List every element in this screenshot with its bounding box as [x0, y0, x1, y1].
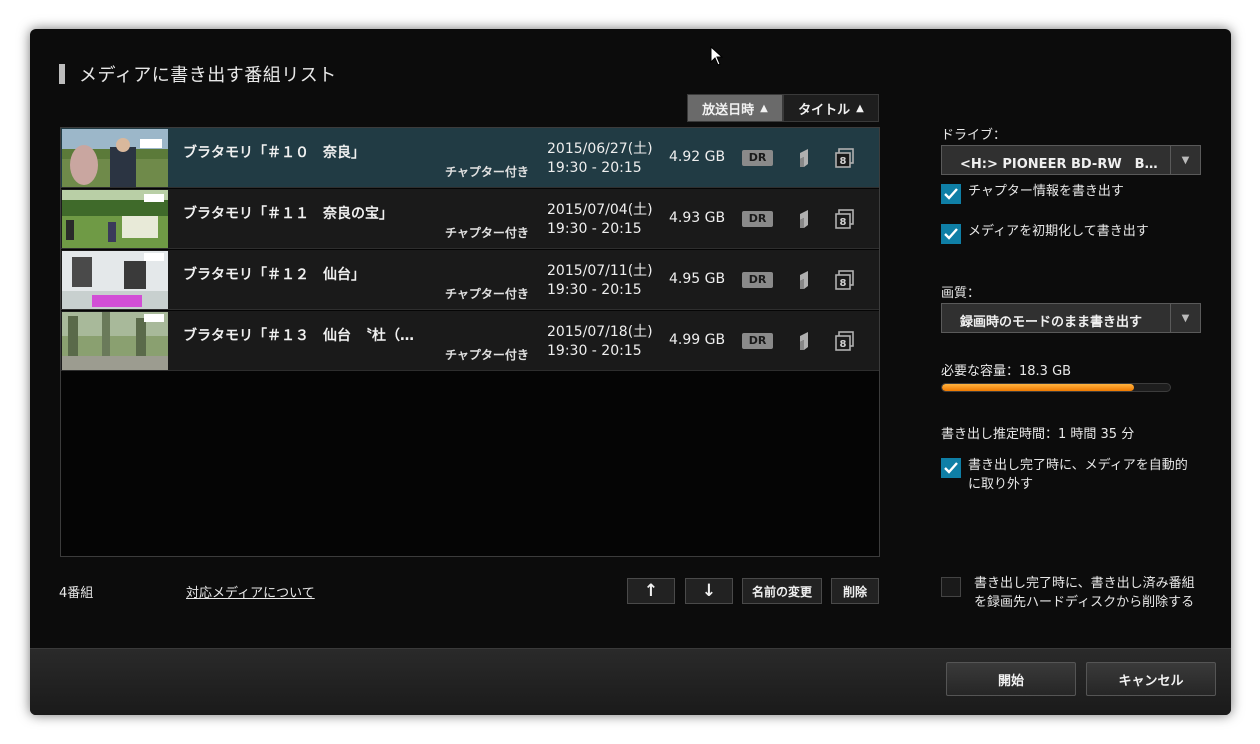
delete-after-export-checkbox[interactable] — [941, 577, 961, 597]
copy-count-icon[interactable]: 8 — [835, 148, 855, 168]
capacity-bar-fill — [942, 384, 1134, 391]
dialog-title: メディアに書き出す番組リスト — [79, 65, 337, 86]
arrow-down-icon: ↓ — [701, 581, 717, 601]
checkmark-icon — [944, 188, 958, 200]
program-date: 2015/07/18(土) — [547, 324, 653, 340]
dr-badge: DR — [742, 272, 773, 288]
protect-icon[interactable] — [796, 269, 812, 291]
program-title: ブラタモリ「＃１１ 奈良の宝」 — [183, 206, 393, 222]
program-row[interactable]: ブラタモリ「＃１０ 奈良」 チャプター付き 2015/06/27(土) 19:3… — [61, 128, 879, 188]
format-media-label: メディアを初期化して書き出す — [968, 224, 1149, 239]
delete-after-line2: を録画先ハードディスクから削除する — [974, 595, 1195, 610]
program-size: 4.93 GB — [669, 210, 726, 226]
title-marker — [59, 64, 65, 84]
program-list[interactable]: ブラタモリ「＃１０ 奈良」 チャプター付き 2015/06/27(土) 19:3… — [60, 127, 880, 557]
mouse-cursor-icon — [710, 46, 724, 66]
sort-asc-icon: ▲ — [760, 102, 768, 114]
start-button[interactable]: 開始 — [946, 662, 1076, 696]
chapter-label: チャプター付き — [445, 165, 529, 179]
sort-asc-icon: ▲ — [856, 102, 864, 114]
move-down-button[interactable]: ↓ — [685, 578, 733, 604]
program-datetime: 2015/07/04(土) 19:30 - 20:15 — [547, 201, 653, 239]
dr-badge: DR — [742, 333, 773, 349]
sort-by-title-button[interactable]: タイトル ▲ — [783, 94, 879, 122]
capacity-label: 必要な容量：18.3 GB — [941, 364, 1072, 379]
program-time: 19:30 - 20:15 — [547, 160, 642, 176]
program-date: 2015/07/04(土) — [547, 202, 653, 218]
capacity-bar — [941, 383, 1171, 392]
program-size: 4.92 GB — [669, 149, 726, 165]
dr-badge: DR — [742, 150, 773, 166]
program-thumbnail — [62, 190, 168, 248]
export-chapter-checkbox[interactable] — [941, 184, 961, 204]
quality-value: 録画時のモードのまま書き出す — [960, 315, 1143, 330]
program-row[interactable]: ブラタモリ「＃１３ 仙台 〝杜（もり）〟と〝都... チャプター付き 2015/… — [61, 311, 879, 371]
program-date: 2015/06/27(土) — [547, 141, 653, 157]
svg-text:8: 8 — [840, 156, 847, 167]
dr-badge: DR — [742, 211, 773, 227]
delete-after-export-label: 書き出し完了時に、書き出し済み番組 を録画先ハードディスクから削除する — [974, 574, 1195, 612]
auto-eject-label: 書き出し完了時に、メディアを自動的 に取り外す — [968, 456, 1188, 494]
checkmark-icon — [944, 462, 958, 474]
program-time: 19:30 - 20:15 — [547, 282, 642, 298]
program-title: ブラタモリ「＃１０ 奈良」 — [183, 145, 365, 161]
drive-select[interactable]: <H:> PIONEER BD-RW BDR-XD05 ▼ — [941, 145, 1201, 175]
svg-text:8: 8 — [840, 278, 847, 289]
program-datetime: 2015/06/27(土) 19:30 - 20:15 — [547, 140, 653, 178]
auto-eject-line2: に取り外す — [968, 477, 1034, 492]
chapter-label: チャプター付き — [445, 226, 529, 240]
export-dialog: メディアに書き出す番組リスト 放送日時 ▲ タイトル ▲ ブラタモリ「＃１０ 奈… — [30, 29, 1231, 715]
auto-eject-checkbox[interactable] — [941, 458, 961, 478]
quality-label: 画質： — [941, 286, 981, 301]
program-datetime: 2015/07/11(土) 19:30 - 20:15 — [547, 262, 653, 300]
chapter-label: チャプター付き — [445, 287, 529, 301]
program-size: 4.99 GB — [669, 332, 726, 348]
program-row[interactable]: ブラタモリ「＃１１ 奈良の宝」 チャプター付き 2015/07/04(土) 19… — [61, 189, 879, 249]
copy-count-icon[interactable]: 8 — [835, 270, 855, 290]
checkmark-icon — [944, 228, 958, 240]
rename-button[interactable]: 名前の変更 — [742, 578, 822, 604]
protect-icon[interactable] — [796, 147, 812, 169]
format-media-checkbox[interactable] — [941, 224, 961, 244]
protect-icon[interactable] — [796, 208, 812, 230]
drive-value: <H:> PIONEER BD-RW BDR-XD05 — [960, 157, 1168, 172]
delete-button[interactable]: 削除 — [831, 578, 879, 604]
program-thumbnail — [62, 251, 168, 309]
sort-date-label: 放送日時 — [702, 102, 755, 118]
auto-eject-line1: 書き出し完了時に、メディアを自動的 — [968, 458, 1188, 473]
program-title: ブラタモリ「＃１３ 仙台 〝杜（もり）〟と〝都... — [183, 328, 423, 344]
supported-media-link[interactable]: 対応メディアについて — [186, 582, 315, 601]
program-time: 19:30 - 20:15 — [547, 343, 642, 359]
program-count: 4番組 — [59, 586, 94, 601]
program-date: 2015/07/11(土) — [547, 263, 653, 279]
chapter-label: チャプター付き — [445, 348, 529, 362]
arrow-up-icon: ↑ — [643, 581, 659, 601]
program-thumbnail — [62, 129, 168, 187]
move-up-button[interactable]: ↑ — [627, 578, 675, 604]
program-row[interactable]: ブラタモリ「＃１２ 仙台」 チャプター付き 2015/07/11(土) 19:3… — [61, 250, 879, 310]
chevron-down-icon: ▼ — [1170, 304, 1200, 332]
copy-count-icon[interactable]: 8 — [835, 209, 855, 229]
sort-by-date-button[interactable]: 放送日時 ▲ — [687, 94, 783, 122]
program-datetime: 2015/07/18(土) 19:30 - 20:15 — [547, 323, 653, 361]
program-title: ブラタモリ「＃１２ 仙台」 — [183, 267, 365, 283]
protect-icon[interactable] — [796, 330, 812, 352]
estimated-time-label: 書き出し推定時間：1 時間 35 分 — [941, 427, 1135, 442]
copy-count-icon[interactable]: 8 — [835, 331, 855, 351]
program-size: 4.95 GB — [669, 271, 726, 287]
sort-title-label: タイトル — [798, 102, 851, 118]
program-time: 19:30 - 20:15 — [547, 221, 642, 237]
svg-text:8: 8 — [840, 339, 847, 350]
delete-after-line1: 書き出し完了時に、書き出し済み番組 — [974, 576, 1195, 591]
drive-label: ドライブ： — [941, 128, 1007, 143]
export-chapter-label: チャプター情報を書き出す — [968, 184, 1124, 199]
svg-text:8: 8 — [840, 217, 847, 228]
quality-select[interactable]: 録画時のモードのまま書き出す ▼ — [941, 303, 1201, 333]
chevron-down-icon: ▼ — [1170, 146, 1200, 174]
program-thumbnail — [62, 312, 168, 370]
cancel-button[interactable]: キャンセル — [1086, 662, 1216, 696]
